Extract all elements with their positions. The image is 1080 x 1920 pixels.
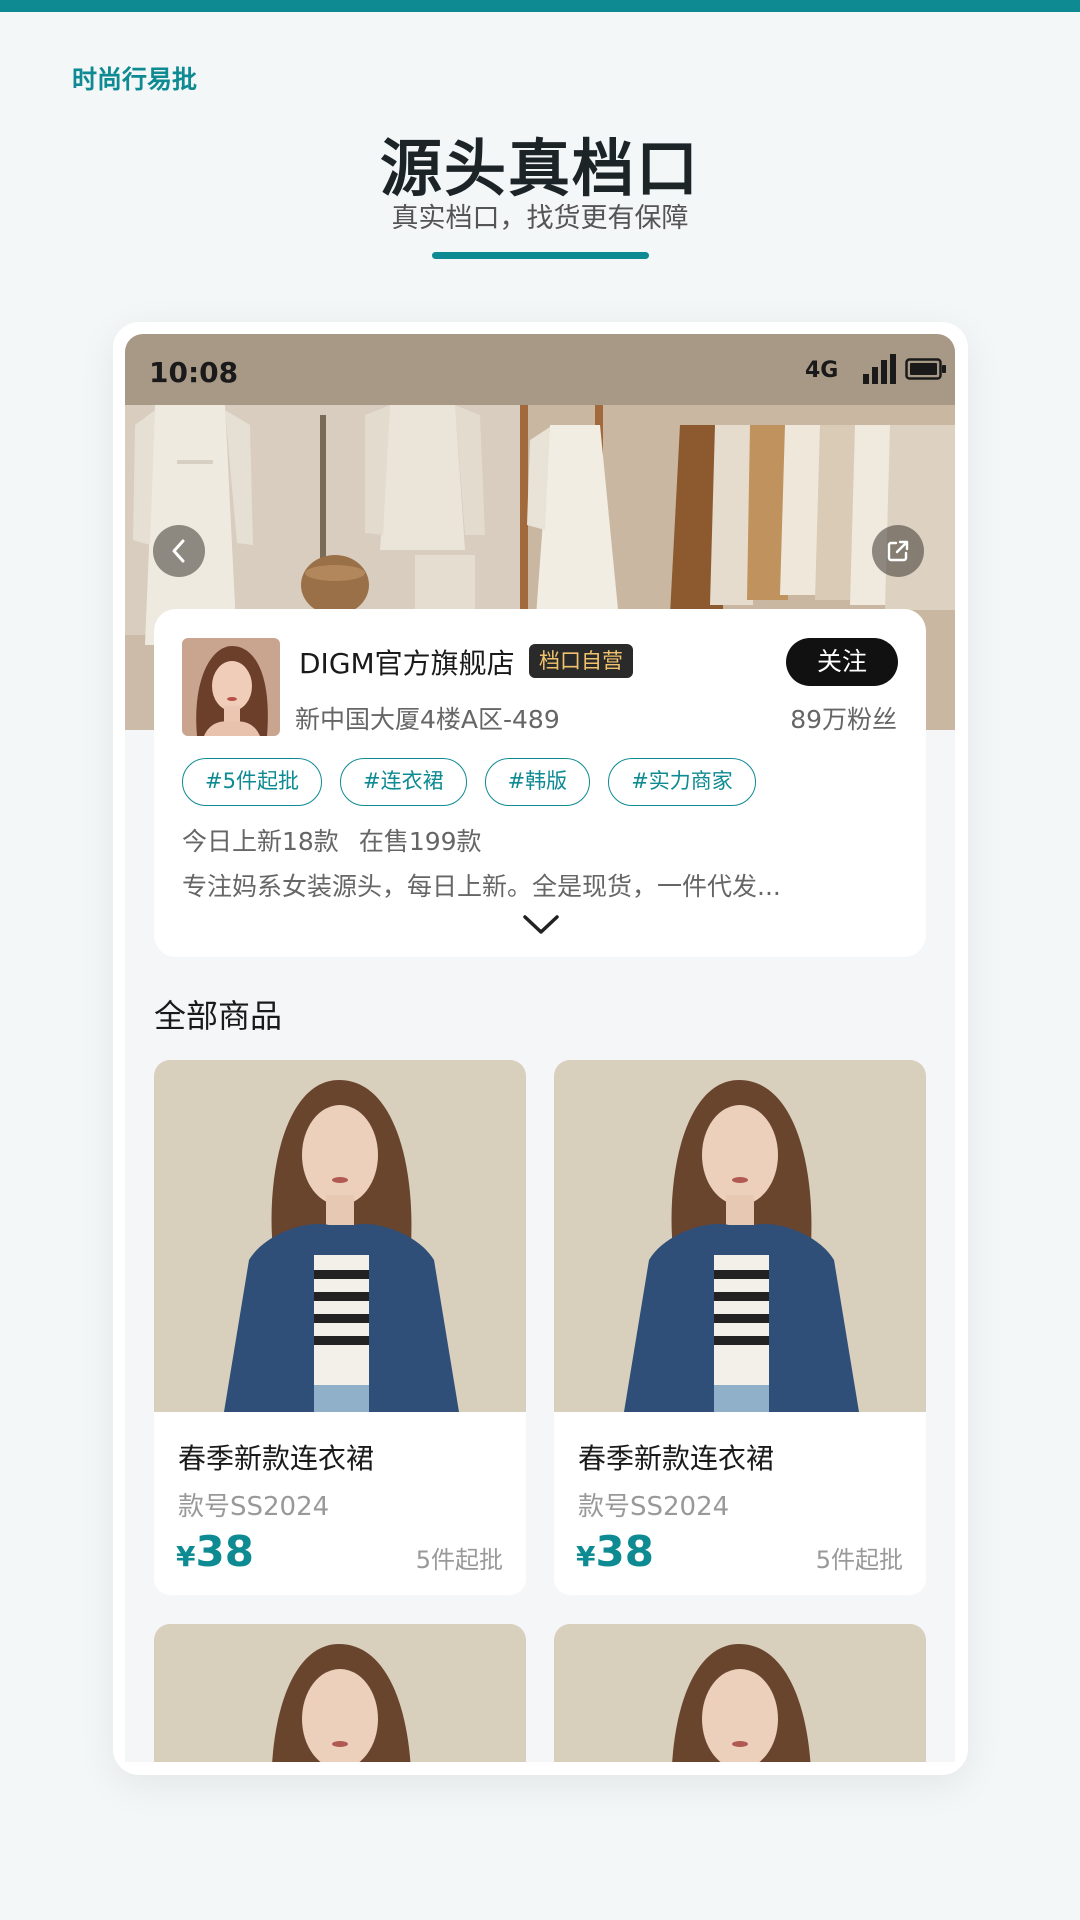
product-card[interactable]: 春季新款连衣裙 款号SS2024 ¥38 5件起批 [154,1060,526,1595]
store-badge: 档口自营 [529,644,633,678]
network-label: 4G [805,358,839,383]
product-image [554,1060,926,1412]
on-sale-count: 在售199款 [358,827,482,856]
product-name: 春季新款连衣裙 [578,1442,775,1475]
price-value: 38 [595,1527,654,1576]
product-code: 款号SS2024 [178,1492,330,1522]
page-subtitle: 真实档口，找货更有保障 [391,203,689,234]
product-code: 款号SS2024 [578,1492,730,1522]
battery-icon [905,358,946,380]
product-card[interactable] [554,1624,926,1762]
price-currency: ¥ [576,1540,596,1573]
share-icon [887,540,909,562]
phone-screen: 10:08 4G DIGM官方旗舰店 档口自营 关注 新中国大厦4楼A区-489… [125,334,955,1762]
store-name: DIGM官方旗舰店 [299,647,515,680]
store-tag[interactable]: #实力商家 [608,758,756,806]
min-order: 5件起批 [415,1546,503,1574]
product-image [154,1624,526,1762]
chevron-down-icon[interactable] [521,913,561,937]
price-value: 38 [195,1527,254,1576]
product-name: 春季新款连衣裙 [178,1442,375,1475]
store-tags: #5件起批 #连衣裙 #韩版 #实力商家 [182,758,756,806]
store-tag[interactable]: #连衣裙 [339,758,467,806]
store-address: 新中国大厦4楼A区-489 [295,705,560,734]
product-price: ¥38 [176,1527,254,1576]
store-tag[interactable]: #韩版 [484,758,591,806]
top-accent-stripe [0,0,1080,12]
store-tag[interactable]: #5件起批 [182,758,322,806]
store-stats: 今日上新18款 在售199款 [182,822,482,858]
product-image [154,1060,526,1412]
share-button[interactable] [872,525,924,577]
store-info-card: DIGM官方旗舰店 档口自营 关注 新中国大厦4楼A区-489 89万粉丝 #5… [154,609,926,957]
store-description: 专注妈系女装源头，每日上新。全是现货，一件代发... [182,872,781,901]
section-title: 全部商品 [154,997,283,1035]
status-bar: 10:08 4G [125,334,955,405]
title-underline [432,252,649,259]
status-time: 10:08 [149,356,239,389]
product-price: ¥38 [576,1527,654,1576]
back-icon [172,539,185,563]
back-button[interactable] [153,525,205,577]
page-title: 源头真档口 [379,132,700,205]
new-today-count: 今日上新18款 [182,827,339,856]
product-image [554,1624,926,1762]
product-card[interactable]: 春季新款连衣裙 款号SS2024 ¥38 5件起批 [554,1060,926,1595]
follow-button[interactable]: 关注 [786,638,898,686]
fans-count: 89万粉丝 [790,705,897,734]
product-card[interactable] [154,1624,526,1762]
price-currency: ¥ [176,1540,196,1573]
brand-label: 时尚行易批 [72,65,198,94]
min-order: 5件起批 [815,1546,903,1574]
signal-icon [863,354,896,384]
store-avatar[interactable] [182,638,280,736]
